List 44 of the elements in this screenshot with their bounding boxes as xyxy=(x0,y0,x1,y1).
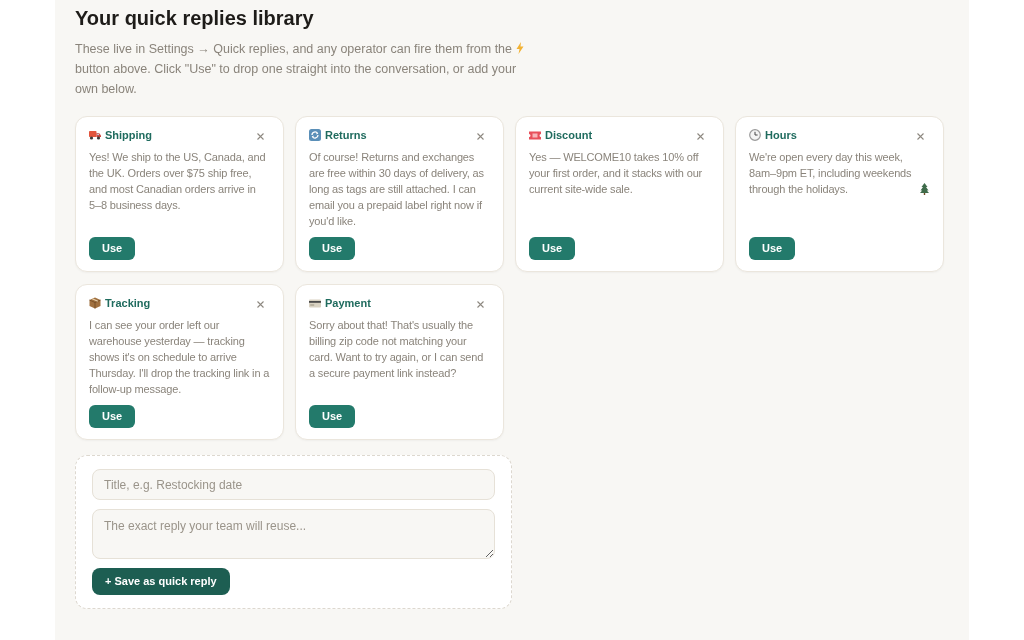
use-button[interactable]: Use xyxy=(309,405,356,428)
use-button[interactable]: Use xyxy=(749,237,796,260)
box-icon xyxy=(89,297,101,309)
reply-text: Of course! Returns and exchanges are free within 30 days of delivery, as long as tags are still attached. I can email you a prepaid label right now if you'd like. xyxy=(309,150,485,229)
close-icon xyxy=(257,301,264,308)
use-button[interactable]: Use xyxy=(309,237,356,260)
reply-text: Yes! We ship to the US, Canada, and the UK. Orders over $75 ship free, and most Canadian orders arrive in 5–8 business days. xyxy=(89,150,267,213)
reply-textarea[interactable]: The exact reply your team will reuse... xyxy=(92,509,495,559)
lightning-icon xyxy=(516,42,524,54)
close-button[interactable] xyxy=(475,299,486,310)
truck-icon xyxy=(89,130,101,140)
credit-card-icon xyxy=(309,298,321,308)
circular-arrows-icon xyxy=(309,129,321,141)
description-text: These live in Settings → Quick replies, and any operator can fire them from the xyxy=(75,42,512,56)
tree-icon xyxy=(920,183,929,195)
close-icon xyxy=(917,133,924,140)
use-button[interactable]: Use xyxy=(529,237,576,260)
use-button[interactable]: Use xyxy=(89,405,136,428)
close-icon xyxy=(477,301,484,308)
reply-title: Discount xyxy=(545,128,593,142)
close-button[interactable] xyxy=(475,131,486,142)
close-icon xyxy=(477,133,484,140)
reply-title: Tracking xyxy=(105,296,151,310)
use-button[interactable]: Use xyxy=(89,237,136,260)
clock-icon xyxy=(749,129,761,141)
reply-title: Returns xyxy=(325,128,367,142)
close-button[interactable] xyxy=(695,131,706,142)
reply-text: We're open every day this week, 8am–9pm ET, including weekends through the holidays. xyxy=(749,150,913,197)
reply-text: I can see your order left our warehouse yesterday — tracking shows it's on schedule to arrive Thursday. I'll drop the tracking link in a follow-up message. xyxy=(89,318,270,397)
page-title: Your quick replies library xyxy=(75,6,315,31)
reply-title: Shipping xyxy=(105,128,153,142)
close-icon xyxy=(257,133,264,140)
reply-text: Sorry about that! That's usually the billing zip code not matching your card. Want to try again, or I can send a secure payment link instead? xyxy=(309,318,485,381)
close-button[interactable] xyxy=(915,131,926,142)
title-input[interactable]: Title, e.g. Restocking date xyxy=(92,469,495,500)
close-button[interactable] xyxy=(255,299,266,310)
reply-title: Hours xyxy=(765,128,797,142)
close-button[interactable] xyxy=(255,131,266,142)
description-text: button above. Click "Use" to drop one straight into the conversation, or add your own below. xyxy=(75,62,517,96)
save-quick-reply-button[interactable]: + Save as quick reply xyxy=(92,568,230,595)
ticket-icon xyxy=(529,130,541,140)
close-icon xyxy=(697,133,704,140)
reply-title: Payment xyxy=(325,296,371,310)
reply-text: Yes — WELCOME10 takes 10% off your first order, and it stacks with our current site-wide sale. xyxy=(529,150,704,197)
